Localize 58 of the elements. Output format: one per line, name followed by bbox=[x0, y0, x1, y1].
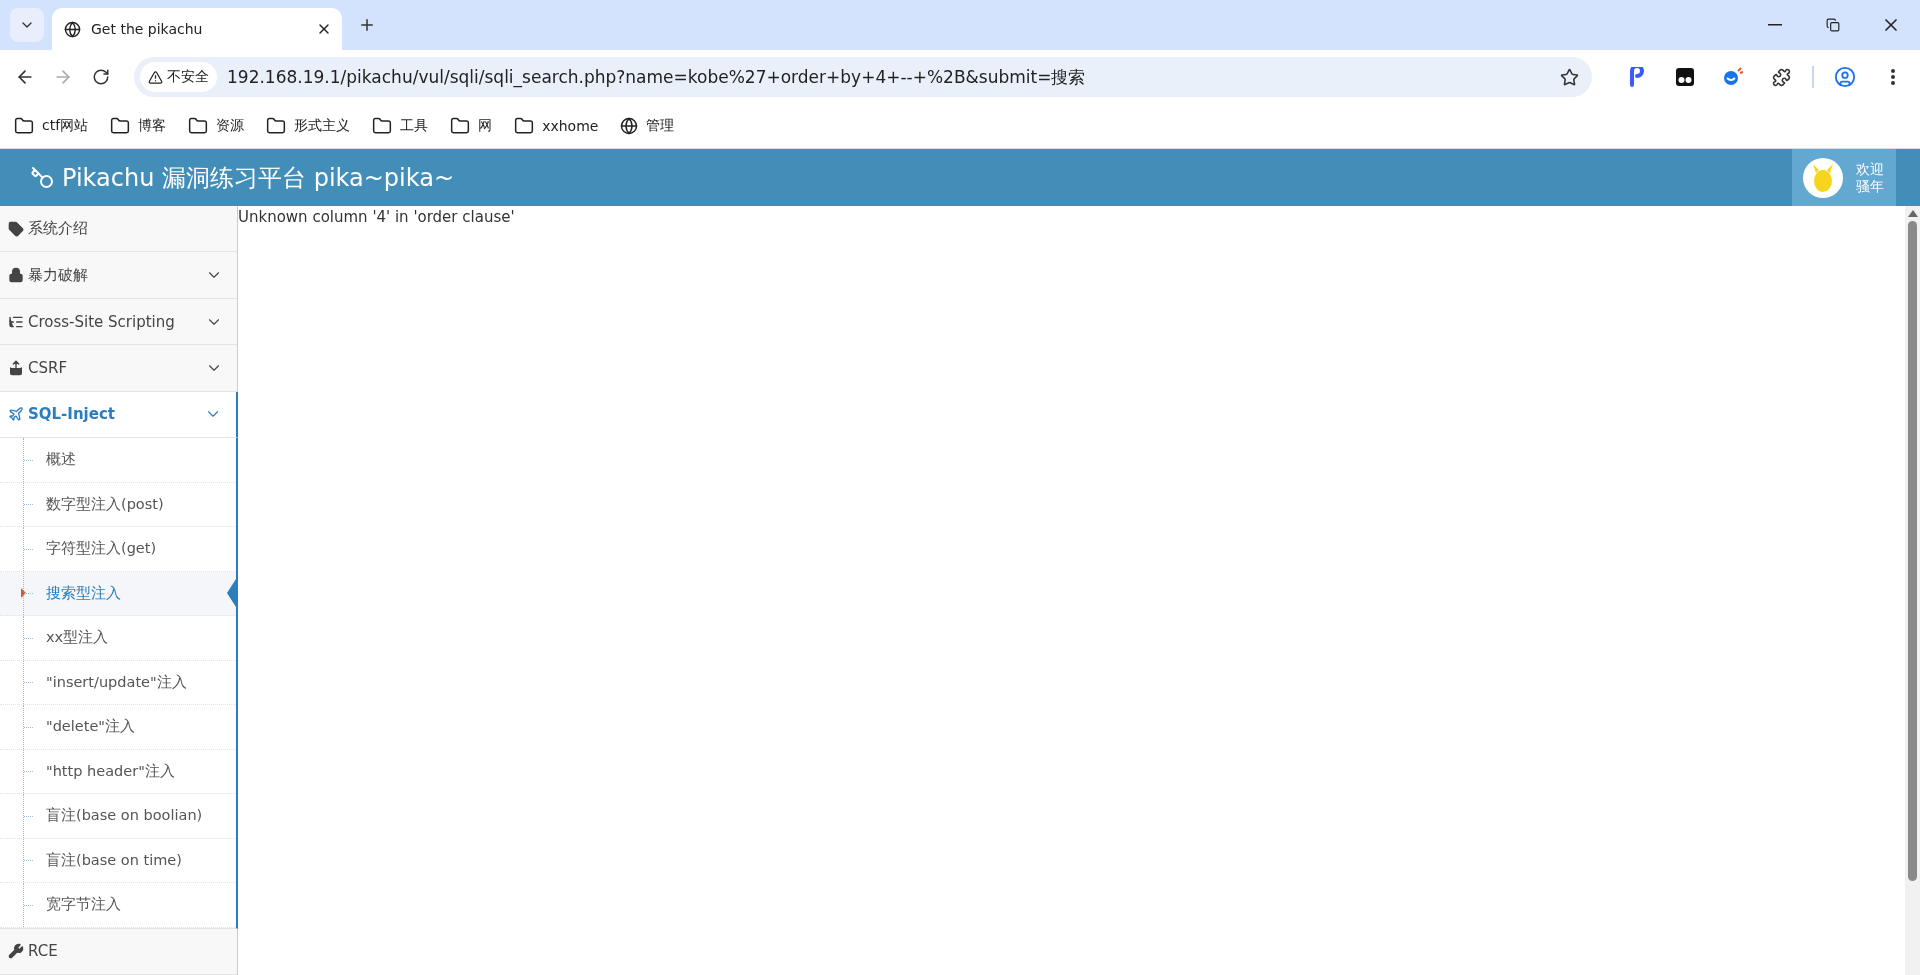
folder-icon bbox=[110, 116, 131, 136]
share-icon bbox=[8, 359, 24, 376]
submenu-item[interactable]: 盲注(base on boolian) bbox=[0, 794, 236, 839]
submenu-item[interactable]: "insert/update"注入 bbox=[0, 660, 236, 706]
warning-icon bbox=[148, 69, 163, 85]
eyes-logo-icon bbox=[1675, 67, 1695, 87]
reload-icon bbox=[92, 68, 110, 86]
site-title: Pikachu 漏洞练习平台 pika~pika~ bbox=[62, 162, 455, 194]
folder-icon bbox=[372, 116, 393, 136]
address-bar[interactable]: 不安全 192.168.19.1/pikachu/vul/sqli/sqli_search.php?name=kobe%27+order+by+4+--+%2B&submit=搜索 bbox=[134, 57, 1592, 97]
wrench-icon bbox=[8, 943, 24, 960]
submenu-item[interactable]: 字符型注入(get) bbox=[0, 527, 236, 572]
submenu-item[interactable]: 概述 bbox=[0, 438, 236, 483]
menu-icon bbox=[1891, 69, 1895, 85]
avatar-drawing bbox=[1802, 156, 1844, 199]
key-icon bbox=[30, 165, 54, 190]
tab-title: Get the pikachu bbox=[91, 21, 204, 37]
error-message: Unknown column '4' in 'order clause' bbox=[238, 207, 516, 226]
bookmark[interactable]: 形式主义 bbox=[266, 116, 351, 136]
bookmark[interactable]: 管理 bbox=[620, 117, 675, 135]
p-logo-icon bbox=[1627, 67, 1647, 87]
folder-icon bbox=[188, 116, 209, 136]
scrollbar[interactable] bbox=[1905, 206, 1920, 975]
browser-tab[interactable]: Get the pikachu bbox=[52, 8, 342, 50]
lock-icon bbox=[8, 267, 24, 284]
folder-icon bbox=[514, 116, 535, 136]
plus-icon bbox=[358, 16, 376, 34]
submenu-item[interactable]: xx型注入 bbox=[0, 616, 236, 661]
submenu-item[interactable]: "http header"注入 bbox=[0, 749, 236, 795]
url-text: 192.168.19.1/pikachu/vul/sqli/sqli_search.php?name=kobe%27+order+by+4+--+%2B&submit=搜索 bbox=[227, 65, 1087, 89]
profile-icon bbox=[1834, 66, 1856, 88]
folder-icon bbox=[266, 116, 287, 136]
greeting-text: 欢迎 骚年 bbox=[1856, 160, 1884, 195]
submenu-item[interactable]: 盲注(base on time) bbox=[0, 838, 236, 884]
caret-icon bbox=[21, 588, 26, 599]
puzzle-icon bbox=[1771, 67, 1791, 87]
security-chip[interactable]: 不安全 bbox=[140, 62, 217, 92]
sidebar-item[interactable]: SQL-Inject bbox=[0, 391, 238, 439]
bookmark[interactable]: 工具 bbox=[372, 116, 429, 136]
minimize-icon bbox=[1768, 24, 1782, 26]
bookmark[interactable]: ctf网站 bbox=[14, 116, 89, 136]
plane-icon bbox=[8, 406, 24, 423]
bookmark[interactable]: 博客 bbox=[110, 116, 167, 136]
restore-icon bbox=[1826, 18, 1840, 32]
submenu-item[interactable]: 搜索型注入 bbox=[0, 571, 236, 617]
folder-icon bbox=[450, 116, 471, 136]
submenu-item[interactable]: 宽字节注入 bbox=[0, 883, 236, 928]
submenu-item[interactable]: 数字型注入(post) bbox=[0, 482, 236, 528]
bookmark[interactable]: 网 bbox=[450, 116, 493, 136]
folder-icon bbox=[14, 116, 34, 136]
globe-icon bbox=[620, 117, 639, 135]
globe-icon bbox=[64, 20, 81, 38]
star-icon bbox=[1559, 67, 1579, 87]
bookmark[interactable]: 资源 bbox=[188, 116, 245, 136]
tag-icon bbox=[8, 220, 24, 237]
smile-logo-icon bbox=[1722, 67, 1744, 87]
bookmark[interactable]: xxhome bbox=[514, 116, 599, 136]
submenu-item[interactable]: "delete"注入 bbox=[0, 705, 236, 750]
